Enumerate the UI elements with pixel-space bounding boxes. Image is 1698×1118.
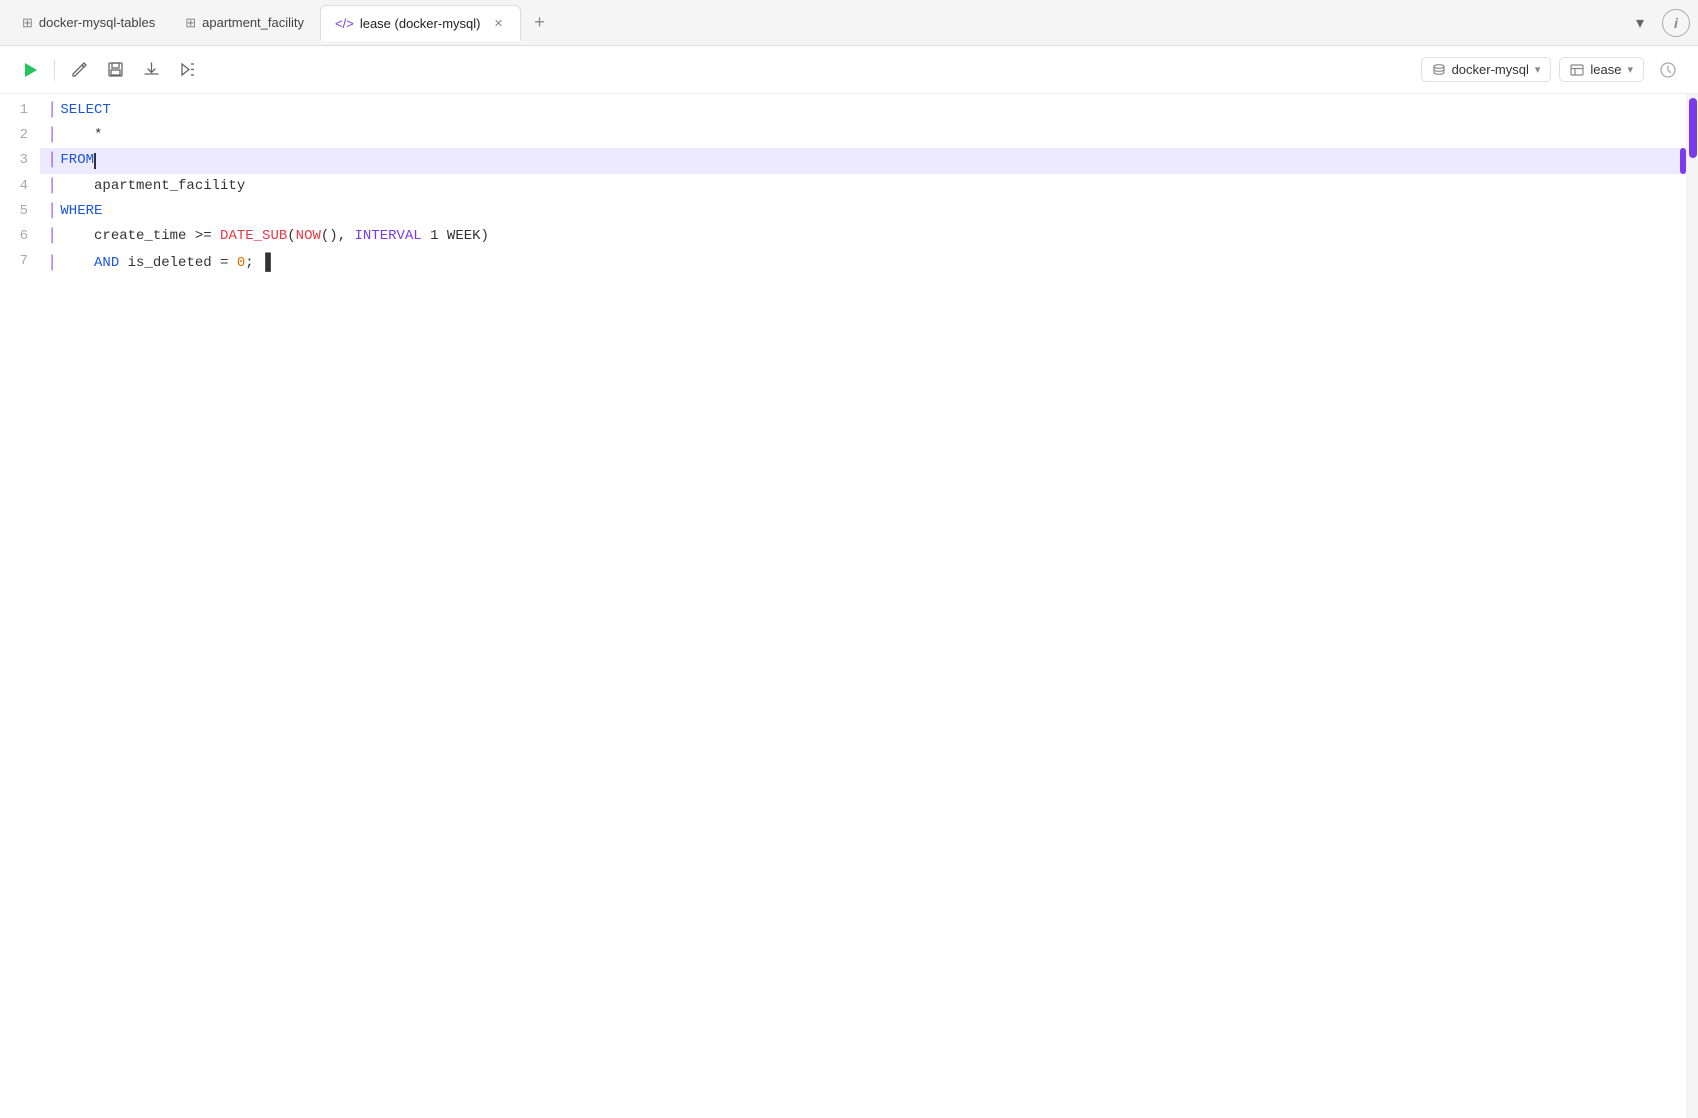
connection-chevron-icon: ▾ xyxy=(1535,63,1541,76)
line-num-1: 1 xyxy=(12,98,28,123)
code-line-6: │ create_time >= DATE_SUB(NOW(), INTERVA… xyxy=(40,224,1686,249)
schema-icon xyxy=(1570,63,1584,77)
active-line-indicator xyxy=(1680,148,1686,173)
download-icon xyxy=(143,61,160,78)
scrollbar-thumb[interactable] xyxy=(1689,98,1697,158)
tab-lease-docker-mysql[interactable]: </> lease (docker-mysql) ✕ xyxy=(320,5,521,41)
code-now-fn: NOW xyxy=(296,224,321,249)
code-line-3: │ FROM xyxy=(40,148,1686,173)
schema-dropdown[interactable]: lease ▾ xyxy=(1559,57,1644,82)
pipe-6: │ xyxy=(48,224,56,249)
code-icon-3: </> xyxy=(335,16,354,31)
connection-dropdown[interactable]: docker-mysql ▾ xyxy=(1421,57,1552,82)
table-icon-2: ⊞ xyxy=(185,15,196,31)
info-button[interactable]: i xyxy=(1662,9,1690,37)
run-selection-button[interactable] xyxy=(171,54,203,86)
edit-button[interactable] xyxy=(63,54,95,86)
line-num-7: 7 xyxy=(12,249,28,274)
run-selection-icon xyxy=(179,61,196,78)
code-date-sub-fn: DATE_SUB xyxy=(220,224,287,249)
download-button[interactable] xyxy=(135,54,167,86)
editor-area: 1 2 3 4 5 6 7 │ SELECT │ * │ FROM │ a xyxy=(0,94,1698,1118)
tab-docker-mysql-tables[interactable]: ⊞ docker-mysql-tables xyxy=(8,5,169,41)
database-icon xyxy=(1432,63,1446,77)
toolbar: docker-mysql ▾ lease ▾ xyxy=(0,46,1698,94)
tab-bar: ⊞ docker-mysql-tables ⊞ apartment_facili… xyxy=(0,0,1698,46)
tab-label-2: apartment_facility xyxy=(202,15,304,30)
tab-bar-right: ▾ i xyxy=(1626,9,1690,37)
pipe-5: │ xyxy=(48,199,56,224)
code-and-kw: AND xyxy=(94,251,119,276)
code-line-2: │ * xyxy=(40,123,1686,148)
code-line-7: │ AND is_deleted = 0; ▐ xyxy=(40,249,1686,278)
tab-label-1: docker-mysql-tables xyxy=(39,15,155,30)
schema-chevron-icon: ▾ xyxy=(1627,63,1633,76)
keyword-from: FROM xyxy=(60,148,94,173)
code-line-5: │ WHERE xyxy=(40,199,1686,224)
code-is-deleted: is_deleted = xyxy=(119,251,237,276)
code-paren-open: ( xyxy=(287,224,295,249)
code-asterisk: * xyxy=(60,123,102,148)
code-editor[interactable]: │ SELECT │ * │ FROM │ apartment_facility… xyxy=(40,94,1686,1118)
run-button[interactable] xyxy=(14,54,46,86)
pipe-4: │ xyxy=(48,174,56,199)
keyword-where: WHERE xyxy=(60,199,102,224)
text-cursor xyxy=(94,153,96,169)
code-interval-kw: INTERVAL xyxy=(355,224,422,249)
tab-close-button[interactable]: ✕ xyxy=(490,15,506,31)
i-beam-cursor: ▐ xyxy=(260,249,271,278)
add-tab-button[interactable]: + xyxy=(525,9,553,37)
code-line-1: │ SELECT xyxy=(40,98,1686,123)
info-icon: i xyxy=(1674,15,1678,31)
toolbar-right: docker-mysql ▾ lease ▾ xyxy=(1421,54,1684,86)
pencil-icon xyxy=(71,61,88,78)
code-table-name: apartment_facility xyxy=(60,174,245,199)
keyword-select: SELECT xyxy=(60,98,110,123)
code-semicolon: ; xyxy=(245,251,253,276)
code-create-time: create_time >= xyxy=(60,224,220,249)
code-now-paren: (), xyxy=(321,224,355,249)
pipe-7: │ xyxy=(48,251,56,276)
run-icon xyxy=(20,60,40,80)
line-num-6: 6 xyxy=(12,224,28,249)
line-numbers: 1 2 3 4 5 6 7 xyxy=(0,94,40,1118)
toolbar-divider-1 xyxy=(54,59,55,81)
pipe-2: │ xyxy=(48,123,56,148)
line-num-4: 4 xyxy=(12,174,28,199)
code-line-4: │ apartment_facility xyxy=(40,174,1686,199)
connection-label: docker-mysql xyxy=(1452,62,1529,77)
pipe-3: │ xyxy=(48,148,56,173)
history-button[interactable] xyxy=(1652,54,1684,86)
table-icon-1: ⊞ xyxy=(22,15,33,31)
schema-label: lease xyxy=(1590,62,1621,77)
save-button[interactable] xyxy=(99,54,131,86)
line-num-2: 2 xyxy=(12,123,28,148)
clock-icon xyxy=(1659,61,1677,79)
code-interval-val: 1 WEEK) xyxy=(422,224,489,249)
scrollbar-track[interactable] xyxy=(1686,94,1698,1118)
save-icon xyxy=(107,61,124,78)
pipe-1: │ xyxy=(48,98,56,123)
tab-label-3: lease (docker-mysql) xyxy=(360,16,481,31)
tab-list-button[interactable]: ▾ xyxy=(1626,9,1654,37)
tab-apartment-facility[interactable]: ⊞ apartment_facility xyxy=(171,5,318,41)
code-zero: 0 xyxy=(237,251,245,276)
code-and-indent xyxy=(60,251,94,276)
line-num-5: 5 xyxy=(12,199,28,224)
line-num-3: 3 xyxy=(12,148,28,173)
chevron-down-icon: ▾ xyxy=(1636,13,1644,33)
